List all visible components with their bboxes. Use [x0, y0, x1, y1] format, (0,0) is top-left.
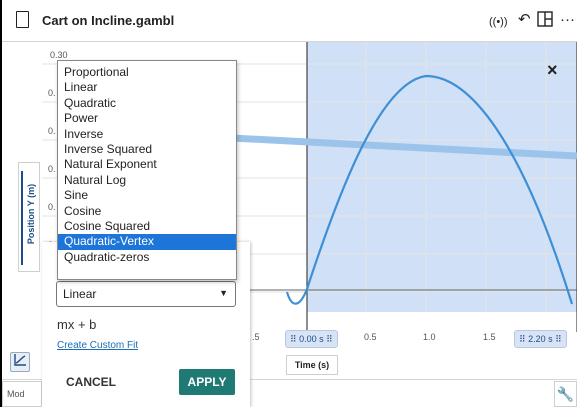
x-tick-label: 1.5	[483, 332, 496, 342]
x-tick-label: 1.0	[423, 332, 436, 342]
y-tick-top: 0.30	[50, 50, 68, 60]
app-window: Cart on Incline.gambl ((•)) ↶ ··· 0.30 0…	[2, 0, 577, 407]
undo-icon[interactable]: ↶	[518, 11, 531, 29]
fit-type-select[interactable]: Linear ▼	[56, 281, 236, 307]
dropdown-option[interactable]: Cosine Squared	[58, 219, 236, 234]
y-tick-partial: 0.	[48, 202, 56, 212]
document-icon	[16, 11, 29, 28]
drag-grip-icon: ⠿	[290, 334, 297, 344]
dropdown-option[interactable]: Natural Log	[58, 173, 236, 188]
drag-grip-icon: ⠿	[555, 334, 562, 344]
x-tick-label: 0.5	[364, 332, 377, 342]
broadcast-icon[interactable]: ((•))	[489, 13, 508, 31]
chevron-down-icon: ▼	[219, 288, 228, 298]
dropdown-option[interactable]: Natural Exponent	[58, 157, 236, 172]
layout-icon[interactable]	[537, 11, 553, 32]
dropdown-option-highlighted[interactable]: Quadratic-Vertex	[58, 234, 236, 250]
drag-grip-icon: ⠿	[519, 334, 526, 344]
x-axis-label[interactable]: Time (s)	[286, 355, 338, 375]
file-title: Cart on Incline.gambl	[42, 13, 175, 28]
y-tick-partial: 0.	[48, 164, 56, 174]
range-end-handle[interactable]: ⠿ 2.20 s ⠿	[514, 330, 567, 348]
bottom-tab[interactable]: Mod	[2, 381, 42, 407]
dropdown-option[interactable]: Inverse	[58, 127, 236, 142]
tool-icon[interactable]: 🔧	[554, 381, 577, 407]
fit-type-dropdown-list[interactable]: Proportional Linear Quadratic Power Inve…	[57, 60, 237, 280]
dropdown-option[interactable]: Cosine	[58, 204, 236, 219]
drag-grip-icon: ⠿	[326, 334, 333, 344]
y-tick-partial: 0.	[48, 88, 56, 98]
fit-type-value: Linear	[63, 287, 97, 301]
y-axis-color-bar	[21, 171, 23, 265]
cancel-button[interactable]: CANCEL	[56, 369, 128, 395]
range-start-handle[interactable]: ⠿ 0.00 s ⠿	[285, 330, 338, 348]
curve-fit-icon[interactable]	[10, 352, 30, 372]
dropdown-option[interactable]: Sine	[58, 188, 236, 203]
range-start-value: 0.00 s	[299, 334, 324, 344]
title-bar: Cart on Incline.gambl ((•)) ↶ ···	[2, 0, 577, 42]
apply-button[interactable]: APPLY	[179, 369, 235, 395]
dropdown-option[interactable]: Inverse Squared	[58, 142, 236, 157]
y-axis-label-box[interactable]: Position Y (m)	[18, 162, 40, 272]
dropdown-option[interactable]: Power	[58, 111, 236, 126]
close-icon[interactable]: ×	[547, 60, 558, 81]
x-tick-label: .5	[252, 332, 260, 342]
dropdown-option[interactable]: Proportional	[58, 65, 236, 80]
create-custom-fit-link[interactable]: Create Custom Fit	[57, 340, 138, 351]
y-tick-partial: 0.	[48, 126, 56, 136]
dropdown-option[interactable]: Quadratic-zeros	[58, 250, 236, 265]
fit-formula: mx + b	[57, 317, 97, 332]
y-axis-label: Position Y (m)	[26, 183, 36, 245]
dropdown-option[interactable]: Quadratic	[58, 96, 236, 111]
more-icon[interactable]: ···	[560, 11, 575, 29]
range-end-value: 2.20 s	[528, 334, 553, 344]
dropdown-option[interactable]: Linear	[58, 80, 236, 95]
